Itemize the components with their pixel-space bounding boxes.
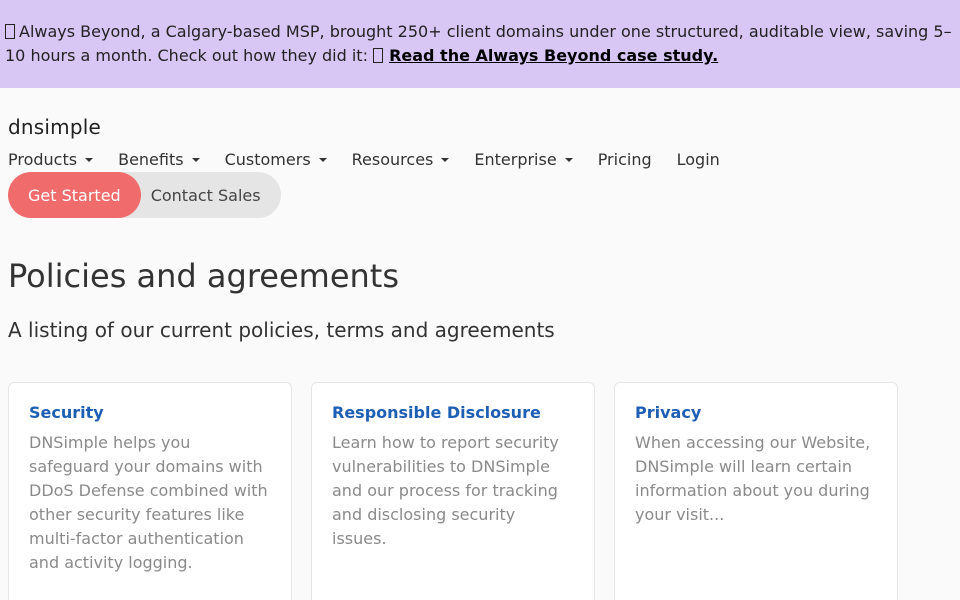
nav-label: Login bbox=[676, 150, 720, 169]
main-nav: Products Benefits Customers Resources En… bbox=[8, 148, 745, 172]
policy-card-security[interactable]: Security DNSimple helps you safeguard yo… bbox=[8, 382, 292, 600]
card-title[interactable]: Responsible Disclosure bbox=[332, 403, 574, 423]
contact-sales-button[interactable]: Contact Sales bbox=[120, 172, 281, 218]
nav-label: Products bbox=[8, 150, 78, 169]
card-title[interactable]: Security bbox=[29, 403, 271, 423]
card-body: When accessing our Website, DNSimple wil… bbox=[635, 433, 871, 524]
card-body: DNSimple helps you safeguard your domain… bbox=[29, 433, 268, 572]
nav-item-benefits[interactable]: Benefits bbox=[118, 148, 200, 172]
nav-item-pricing[interactable]: Pricing bbox=[598, 148, 652, 172]
missing-glyph-icon bbox=[5, 24, 15, 39]
card-title[interactable]: Privacy bbox=[635, 403, 877, 423]
case-study-link[interactable]: Read the Always Beyond case study. bbox=[373, 46, 718, 65]
nav-label: Enterprise bbox=[474, 150, 557, 169]
caret-down-icon bbox=[85, 158, 94, 162]
nav-item-products[interactable]: Products bbox=[8, 148, 94, 172]
card-body: Learn how to report security vulnerabili… bbox=[332, 433, 559, 548]
dnsimple-logo[interactable]: dnsimple bbox=[8, 115, 101, 139]
cta-group: Get Started Contact Sales bbox=[8, 172, 281, 218]
nav-label: Pricing bbox=[597, 150, 652, 169]
policy-card-privacy[interactable]: Privacy When accessing our Website, DNSi… bbox=[614, 382, 898, 600]
page-subtitle: A listing of our current policies, terms… bbox=[8, 318, 555, 342]
missing-glyph-icon bbox=[373, 48, 384, 63]
nav-label: Resources bbox=[351, 150, 434, 169]
nav-item-customers[interactable]: Customers bbox=[225, 148, 327, 172]
nav-item-enterprise[interactable]: Enterprise bbox=[474, 148, 573, 172]
caret-down-icon bbox=[441, 158, 450, 162]
nav-item-resources[interactable]: Resources bbox=[352, 148, 450, 172]
caret-down-icon bbox=[564, 158, 573, 162]
nav-label: Benefits bbox=[118, 150, 184, 169]
announcement-banner: Always Beyond, a Calgary-based MSP, brou… bbox=[0, 0, 960, 88]
caret-down-icon bbox=[318, 158, 327, 162]
policy-card-responsible-disclosure[interactable]: Responsible Disclosure Learn how to repo… bbox=[311, 382, 595, 600]
get-started-button[interactable]: Get Started bbox=[8, 172, 141, 218]
caret-down-icon bbox=[191, 158, 200, 162]
case-study-link-text: Read the Always Beyond case study. bbox=[389, 46, 719, 65]
nav-label: Customers bbox=[224, 150, 311, 169]
nav-item-login[interactable]: Login bbox=[677, 148, 720, 172]
page-title: Policies and agreements bbox=[8, 257, 400, 295]
